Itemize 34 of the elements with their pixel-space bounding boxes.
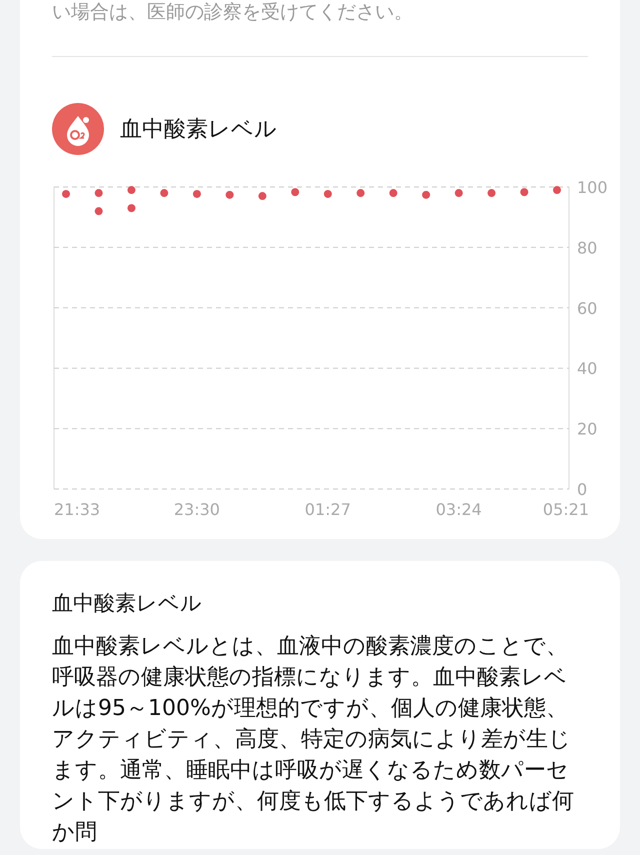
data-point — [291, 188, 300, 196]
data-point — [94, 189, 103, 198]
x-tick-label: 21:33 — [54, 500, 100, 517]
note-text: い場合は、医師の診察を受けてください。 — [52, 0, 414, 24]
data-point — [127, 186, 136, 194]
y-tick-label: 0 — [577, 480, 588, 499]
oxygen-drop-icon — [52, 103, 104, 155]
info-title: 血中酸素レベル — [52, 590, 203, 617]
data-point — [422, 190, 430, 199]
data-point — [356, 189, 365, 198]
x-tick-label: 03:24 — [436, 500, 482, 517]
data-point — [324, 190, 332, 198]
y-tick-label: 60 — [577, 298, 598, 318]
data-point — [94, 207, 103, 216]
data-point — [488, 189, 496, 198]
y-tick-label: 80 — [577, 238, 598, 258]
data-point — [62, 190, 70, 198]
y-tick-label: 100 — [577, 178, 608, 197]
data-point — [454, 189, 463, 198]
x-tick-label: 01:27 — [304, 500, 351, 517]
data-point — [553, 186, 561, 194]
y-tick-label: 20 — [577, 420, 598, 439]
data-point — [127, 204, 136, 212]
data-point — [160, 189, 168, 198]
section-title: 血中酸素レベル — [120, 116, 277, 144]
data-point — [389, 189, 398, 198]
info-text: 血中酸素レベルとは、血液中の酸素濃度のことで、呼吸器の健康状態の指標になります。血中酸素レベルは95～100%が理想的ですが、個人の健康状態、アクティビティ、高度、特定の病気により差が生じます。通常、睡眠中は呼吸が遅くなるため数パーセント下がりますが、何度も低下するようであれば何か問 — [52, 633, 575, 847]
x-tick-label: 23:30 — [174, 500, 220, 517]
y-tick-label: 40 — [577, 359, 598, 378]
data-point — [520, 188, 528, 196]
data-point — [226, 190, 234, 199]
data-point — [192, 190, 201, 198]
data-point — [258, 192, 266, 200]
x-tick-label: 05:21 — [542, 500, 589, 517]
